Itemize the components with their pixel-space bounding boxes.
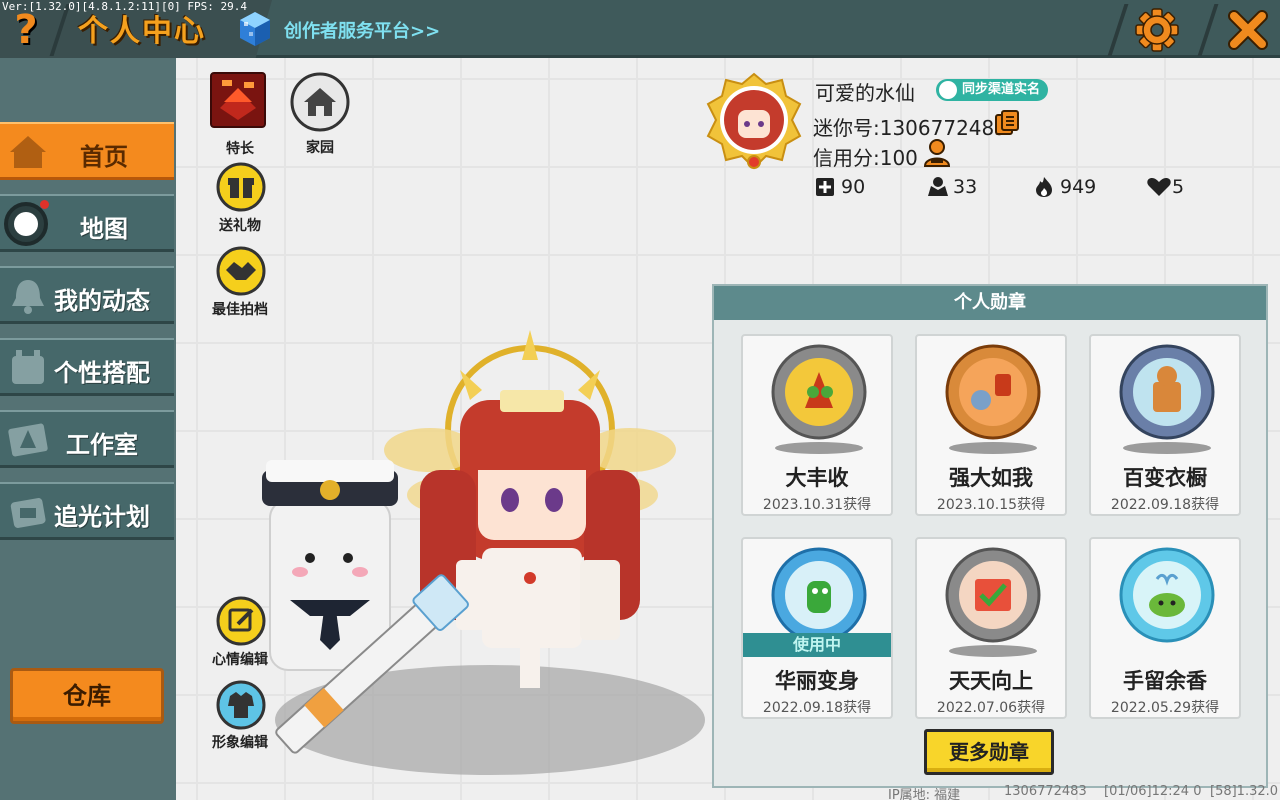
sidebar-item-label: 个性搭配: [54, 359, 150, 387]
medal-date: 2023.10.31获得: [762, 497, 872, 513]
medal-card[interactable]: 使用中 华丽变身 2022.09.18获得: [741, 537, 893, 719]
medal-name: 百变衣橱: [1123, 466, 1207, 490]
warehouse-button[interactable]: 仓库: [10, 668, 164, 724]
footer-uid: 1306772483: [1004, 784, 1087, 799]
fragrance-medal-icon: [1119, 547, 1215, 643]
daily-progress-medal-icon: [945, 547, 1041, 657]
medal-date: 2023.10.15获得: [936, 497, 1046, 513]
close-x-icon[interactable]: [1224, 6, 1272, 54]
sidebar-item-label: 工作室: [66, 431, 138, 459]
creator-cube-icon[interactable]: [238, 10, 272, 48]
bell-icon: [12, 280, 44, 314]
sidebar-item-label: 首页: [80, 143, 128, 171]
medal-panel: 个人勋章 大丰收 2023.10.31获得 强大如我 2023.10.15获得: [712, 284, 1268, 788]
strong-medal-icon: [945, 344, 1041, 454]
heart-icon: [1147, 178, 1171, 196]
stat-heat-value: 949: [1060, 176, 1097, 198]
medal-name: 大丰收: [785, 466, 849, 490]
sidebar-item-label: 追光计划: [54, 503, 150, 531]
notification-dot: [40, 200, 49, 209]
medal-date: 2022.07.06获得: [936, 700, 1046, 716]
medal-card[interactable]: 天天向上 2022.07.06获得: [915, 537, 1067, 719]
sidebar-item-spotlight[interactable]: 追光计划: [0, 482, 174, 540]
debug-version-overlay: Ver:[1.32.0][4.8.1.2:11][0] FPS: 29.4: [2, 0, 248, 13]
medal-panel-title: 个人勋章: [714, 286, 1266, 320]
medal-name: 手留余香: [1123, 669, 1207, 693]
copy-icon[interactable]: [994, 110, 1020, 136]
medal-card[interactable]: 百变衣橱 2022.09.18获得: [1089, 334, 1241, 516]
realname-badge-label: 同步渠道实名: [962, 82, 1041, 97]
realname-verified-badge[interactable]: 同步渠道实名: [936, 79, 1049, 101]
sidebar-item-label: 我的动态: [54, 287, 150, 315]
character-avatar-scene[interactable]: [220, 320, 720, 800]
sidebar-item-home[interactable]: 首页: [0, 122, 174, 180]
medal-card[interactable]: 大丰收 2023.10.31获得: [741, 334, 893, 516]
more-medals-button[interactable]: 更多勋章: [924, 729, 1054, 775]
header-divider: [1107, 4, 1129, 56]
in-use-badge: 使用中: [743, 633, 891, 657]
stat-likes-value: 5: [1172, 176, 1185, 198]
question-mark-icon[interactable]: ?: [6, 8, 46, 52]
spotlight-icon: [10, 498, 46, 528]
sidebar-item-studio[interactable]: 工作室: [0, 410, 174, 468]
send-gift-label: 送礼物: [219, 218, 261, 234]
medal-name: 天天向上: [949, 669, 1033, 693]
sidebar-item-label: 地图: [80, 215, 128, 243]
username: 可爱的水仙: [815, 81, 915, 105]
mini-id: 迷你号:1306772483: [813, 116, 1007, 140]
house-icon: [290, 72, 350, 132]
plus-square-icon: [816, 178, 834, 196]
house-icon: [10, 136, 46, 168]
best-partner-label: 最佳拍档: [212, 302, 268, 318]
header-divider: [1197, 4, 1219, 56]
medal-date: 2022.09.18获得: [762, 700, 872, 716]
specialty-label: 特长: [226, 141, 254, 157]
credit-score: 信用分:100: [813, 146, 918, 170]
medal-name: 强大如我: [949, 466, 1033, 490]
medal-name: 华丽变身: [775, 669, 859, 693]
avatar[interactable]: [704, 70, 804, 174]
medal-date: 2022.05.29获得: [1110, 700, 1220, 716]
studio-icon: [8, 423, 48, 457]
fans-icon: [928, 177, 948, 196]
footer-time: [01/06]12:24 0: [1104, 784, 1202, 799]
sidebar-item-my-feed[interactable]: 我的动态: [0, 266, 174, 324]
specialty-icon: [210, 72, 266, 128]
gift-icon: [216, 162, 266, 212]
creator-platform-link[interactable]: 创作者服务平台>>: [284, 17, 440, 43]
wardrobe-medal-icon: [1119, 344, 1215, 454]
map-record-icon: [4, 202, 48, 246]
sidebar-item-map[interactable]: 地图: [0, 194, 174, 252]
ip-location: IP属地: 福建: [888, 788, 961, 800]
stat-plus-value: 90: [841, 176, 866, 198]
fire-icon: [1036, 177, 1052, 197]
sidebar-item-outfit[interactable]: 个性搭配: [0, 338, 174, 396]
stat-fans-value: 33: [953, 176, 978, 198]
medal-card[interactable]: 强大如我 2023.10.15获得: [915, 334, 1067, 516]
credit-person-icon[interactable]: [922, 138, 952, 168]
medal-card[interactable]: 手留余香 2022.05.29获得: [1089, 537, 1241, 719]
outfit-icon: [12, 350, 44, 384]
person-check-icon: [939, 81, 957, 99]
handshake-icon: [216, 246, 266, 296]
harvest-medal-icon: [771, 344, 867, 454]
home-label: 家园: [306, 140, 334, 156]
footer-build: [58]1.32.0: [1210, 784, 1279, 799]
gear-icon[interactable]: [1134, 7, 1180, 53]
medal-date: 2022.09.18获得: [1110, 497, 1220, 513]
